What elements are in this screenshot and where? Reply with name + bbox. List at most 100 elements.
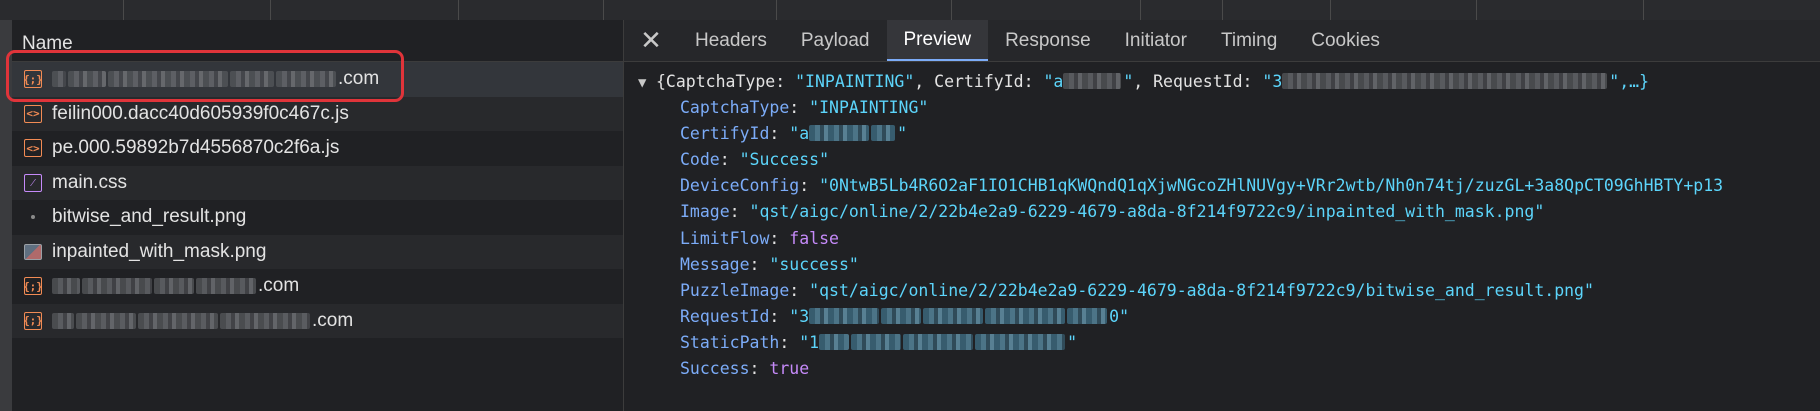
tab-payload[interactable]: Payload bbox=[784, 20, 887, 61]
close-icon[interactable]: ✕ bbox=[624, 20, 678, 61]
json-value: true bbox=[769, 359, 810, 379]
json-colon: : bbox=[719, 150, 740, 170]
json-key: LimitFlow bbox=[680, 228, 770, 248]
request-row[interactable]: {;} .com bbox=[12, 303, 623, 338]
redacted-text bbox=[76, 312, 136, 329]
json-property[interactable]: DeviceConfig: "0NtwB5Lb4R6O2aF1IO1CHB1qK… bbox=[624, 173, 1820, 199]
tab-cookies[interactable]: Cookies bbox=[1294, 20, 1397, 61]
json-key: Success bbox=[680, 359, 750, 379]
image-file-icon bbox=[24, 243, 42, 260]
json-key: Image bbox=[680, 202, 730, 222]
redacted-text bbox=[809, 125, 870, 142]
column-divider[interactable] bbox=[458, 0, 459, 20]
json-property[interactable]: CertifyId: "a " bbox=[624, 121, 1820, 147]
request-detail-panel: ✕ Headers Payload Preview Response Initiator… bbox=[624, 20, 1820, 411]
tab-headers[interactable]: Headers bbox=[678, 20, 784, 61]
column-divider[interactable] bbox=[123, 0, 124, 20]
request-row[interactable]: {;} .com bbox=[12, 269, 623, 304]
request-row[interactable]: <> feilin000.dacc40d605939f0c467c.js bbox=[12, 96, 623, 131]
request-name-suffix: .com bbox=[312, 309, 354, 331]
left-gutter bbox=[0, 20, 12, 411]
json-property[interactable]: CaptchaType: "INPAINTING" bbox=[624, 95, 1820, 121]
request-row[interactable]: ⁄ main.css bbox=[12, 165, 623, 200]
fetch-xhr-icon: {;} bbox=[23, 70, 43, 89]
json-colon: : bbox=[749, 359, 770, 379]
redacted-text bbox=[881, 307, 922, 324]
column-divider[interactable] bbox=[776, 0, 777, 20]
json-property[interactable]: PuzzleImage: "qst/aigc/online/2/22b4e2a9… bbox=[624, 278, 1820, 304]
redacted-text bbox=[52, 71, 66, 88]
redacted-text bbox=[108, 71, 228, 88]
json-value: "Success" bbox=[739, 150, 830, 170]
json-property[interactable]: StaticPath: "1 " bbox=[624, 330, 1820, 356]
request-row[interactable]: <> pe.000.59892b7d4556870c2f6a.js bbox=[12, 131, 623, 166]
redacted-text bbox=[1067, 307, 1108, 324]
json-colon: : bbox=[769, 124, 790, 144]
tab-timing[interactable]: Timing bbox=[1204, 20, 1294, 61]
json-property[interactable]: LimitFlow: false bbox=[624, 226, 1820, 252]
tab-initiator[interactable]: Initiator bbox=[1108, 20, 1204, 61]
json-colon: : bbox=[789, 280, 810, 300]
redacted-text bbox=[851, 333, 902, 350]
column-divider[interactable] bbox=[1222, 0, 1223, 20]
column-divider[interactable] bbox=[1643, 0, 1644, 20]
json-key: PuzzleImage bbox=[680, 280, 790, 300]
json-key: Code bbox=[680, 150, 720, 170]
column-divider[interactable] bbox=[1330, 0, 1331, 20]
detail-tabs: ✕ Headers Payload Preview Response Initiator… bbox=[624, 20, 1820, 62]
json-key: CertifyId bbox=[680, 124, 770, 144]
name-column-header[interactable]: Name bbox=[12, 20, 623, 62]
tab-response[interactable]: Response bbox=[988, 20, 1108, 61]
name-column-header-label: Name bbox=[22, 33, 73, 54]
json-property[interactable]: Success: true bbox=[624, 356, 1820, 382]
request-row[interactable]: {;} .com bbox=[12, 62, 623, 97]
json-value: "1 bbox=[799, 332, 820, 352]
json-value: "INPAINTING" bbox=[809, 98, 929, 118]
tab-preview[interactable]: Preview bbox=[886, 20, 989, 61]
json-colon: : bbox=[769, 228, 790, 248]
column-divider[interactable] bbox=[1476, 0, 1477, 20]
json-root-summary[interactable]: ▼ {CaptchaType: "INPAINTING", CertifyId: … bbox=[624, 69, 1820, 95]
json-value: "success" bbox=[769, 254, 859, 274]
json-colon: : bbox=[769, 306, 790, 326]
request-row[interactable]: bitwise_and_result.png bbox=[12, 200, 623, 235]
collapse-triangle-icon[interactable]: ▼ bbox=[638, 70, 656, 96]
request-list-panel: Name {;} .com <> feilin000.dacc40d605939f0c… bbox=[12, 20, 624, 411]
request-name-suffix: .com bbox=[338, 68, 380, 90]
json-property[interactable]: Image: "qst/aigc/online/2/22b4e2a9-6229-… bbox=[624, 199, 1820, 225]
request-row[interactable]: inpainted_with_mask.png bbox=[12, 234, 623, 269]
redacted-text bbox=[975, 333, 1066, 350]
json-key: CaptchaType bbox=[680, 98, 790, 118]
preview-json-tree: ▼ {CaptchaType: "INPAINTING", CertifyId: … bbox=[624, 62, 1820, 382]
json-colon: : bbox=[749, 254, 770, 274]
redacted-text bbox=[52, 312, 74, 329]
redacted-text bbox=[82, 278, 152, 295]
column-divider[interactable] bbox=[1140, 0, 1141, 20]
request-name: bitwise_and_result.png bbox=[52, 206, 247, 228]
json-value: " bbox=[897, 124, 908, 144]
script-file-icon: <> bbox=[24, 104, 42, 123]
request-name: feilin000.dacc40d605939f0c467c.js bbox=[52, 102, 349, 124]
column-divider[interactable] bbox=[951, 0, 952, 20]
redacted-text bbox=[923, 307, 984, 324]
json-property[interactable]: Code: "Success" bbox=[624, 147, 1820, 173]
json-value: "0NtwB5Lb4R6O2aF1IO1CHB1qKWQndQ1qXjwNGco… bbox=[819, 176, 1724, 196]
redacted-text bbox=[52, 278, 80, 295]
fetch-xhr-icon: {;} bbox=[23, 311, 43, 330]
json-colon: : bbox=[799, 176, 820, 196]
script-file-icon: <> bbox=[24, 139, 42, 158]
image-file-icon bbox=[24, 208, 42, 226]
request-list: {;} .com <> feilin000.dacc40d605939f0c467c.… bbox=[12, 62, 623, 338]
request-name-suffix: .com bbox=[258, 275, 300, 297]
column-divider[interactable] bbox=[270, 0, 271, 20]
column-divider[interactable] bbox=[603, 0, 604, 20]
redacted-text bbox=[276, 71, 336, 88]
json-property[interactable]: Message: "success" bbox=[624, 252, 1820, 278]
redacted-text bbox=[985, 307, 1066, 324]
redacted-text bbox=[154, 278, 194, 295]
fetch-xhr-icon: {;} bbox=[23, 277, 43, 296]
json-key: StaticPath bbox=[680, 332, 780, 352]
json-value: false bbox=[789, 228, 839, 248]
json-property[interactable]: RequestId: "3 0" bbox=[624, 304, 1820, 330]
redacted-text bbox=[68, 71, 106, 88]
